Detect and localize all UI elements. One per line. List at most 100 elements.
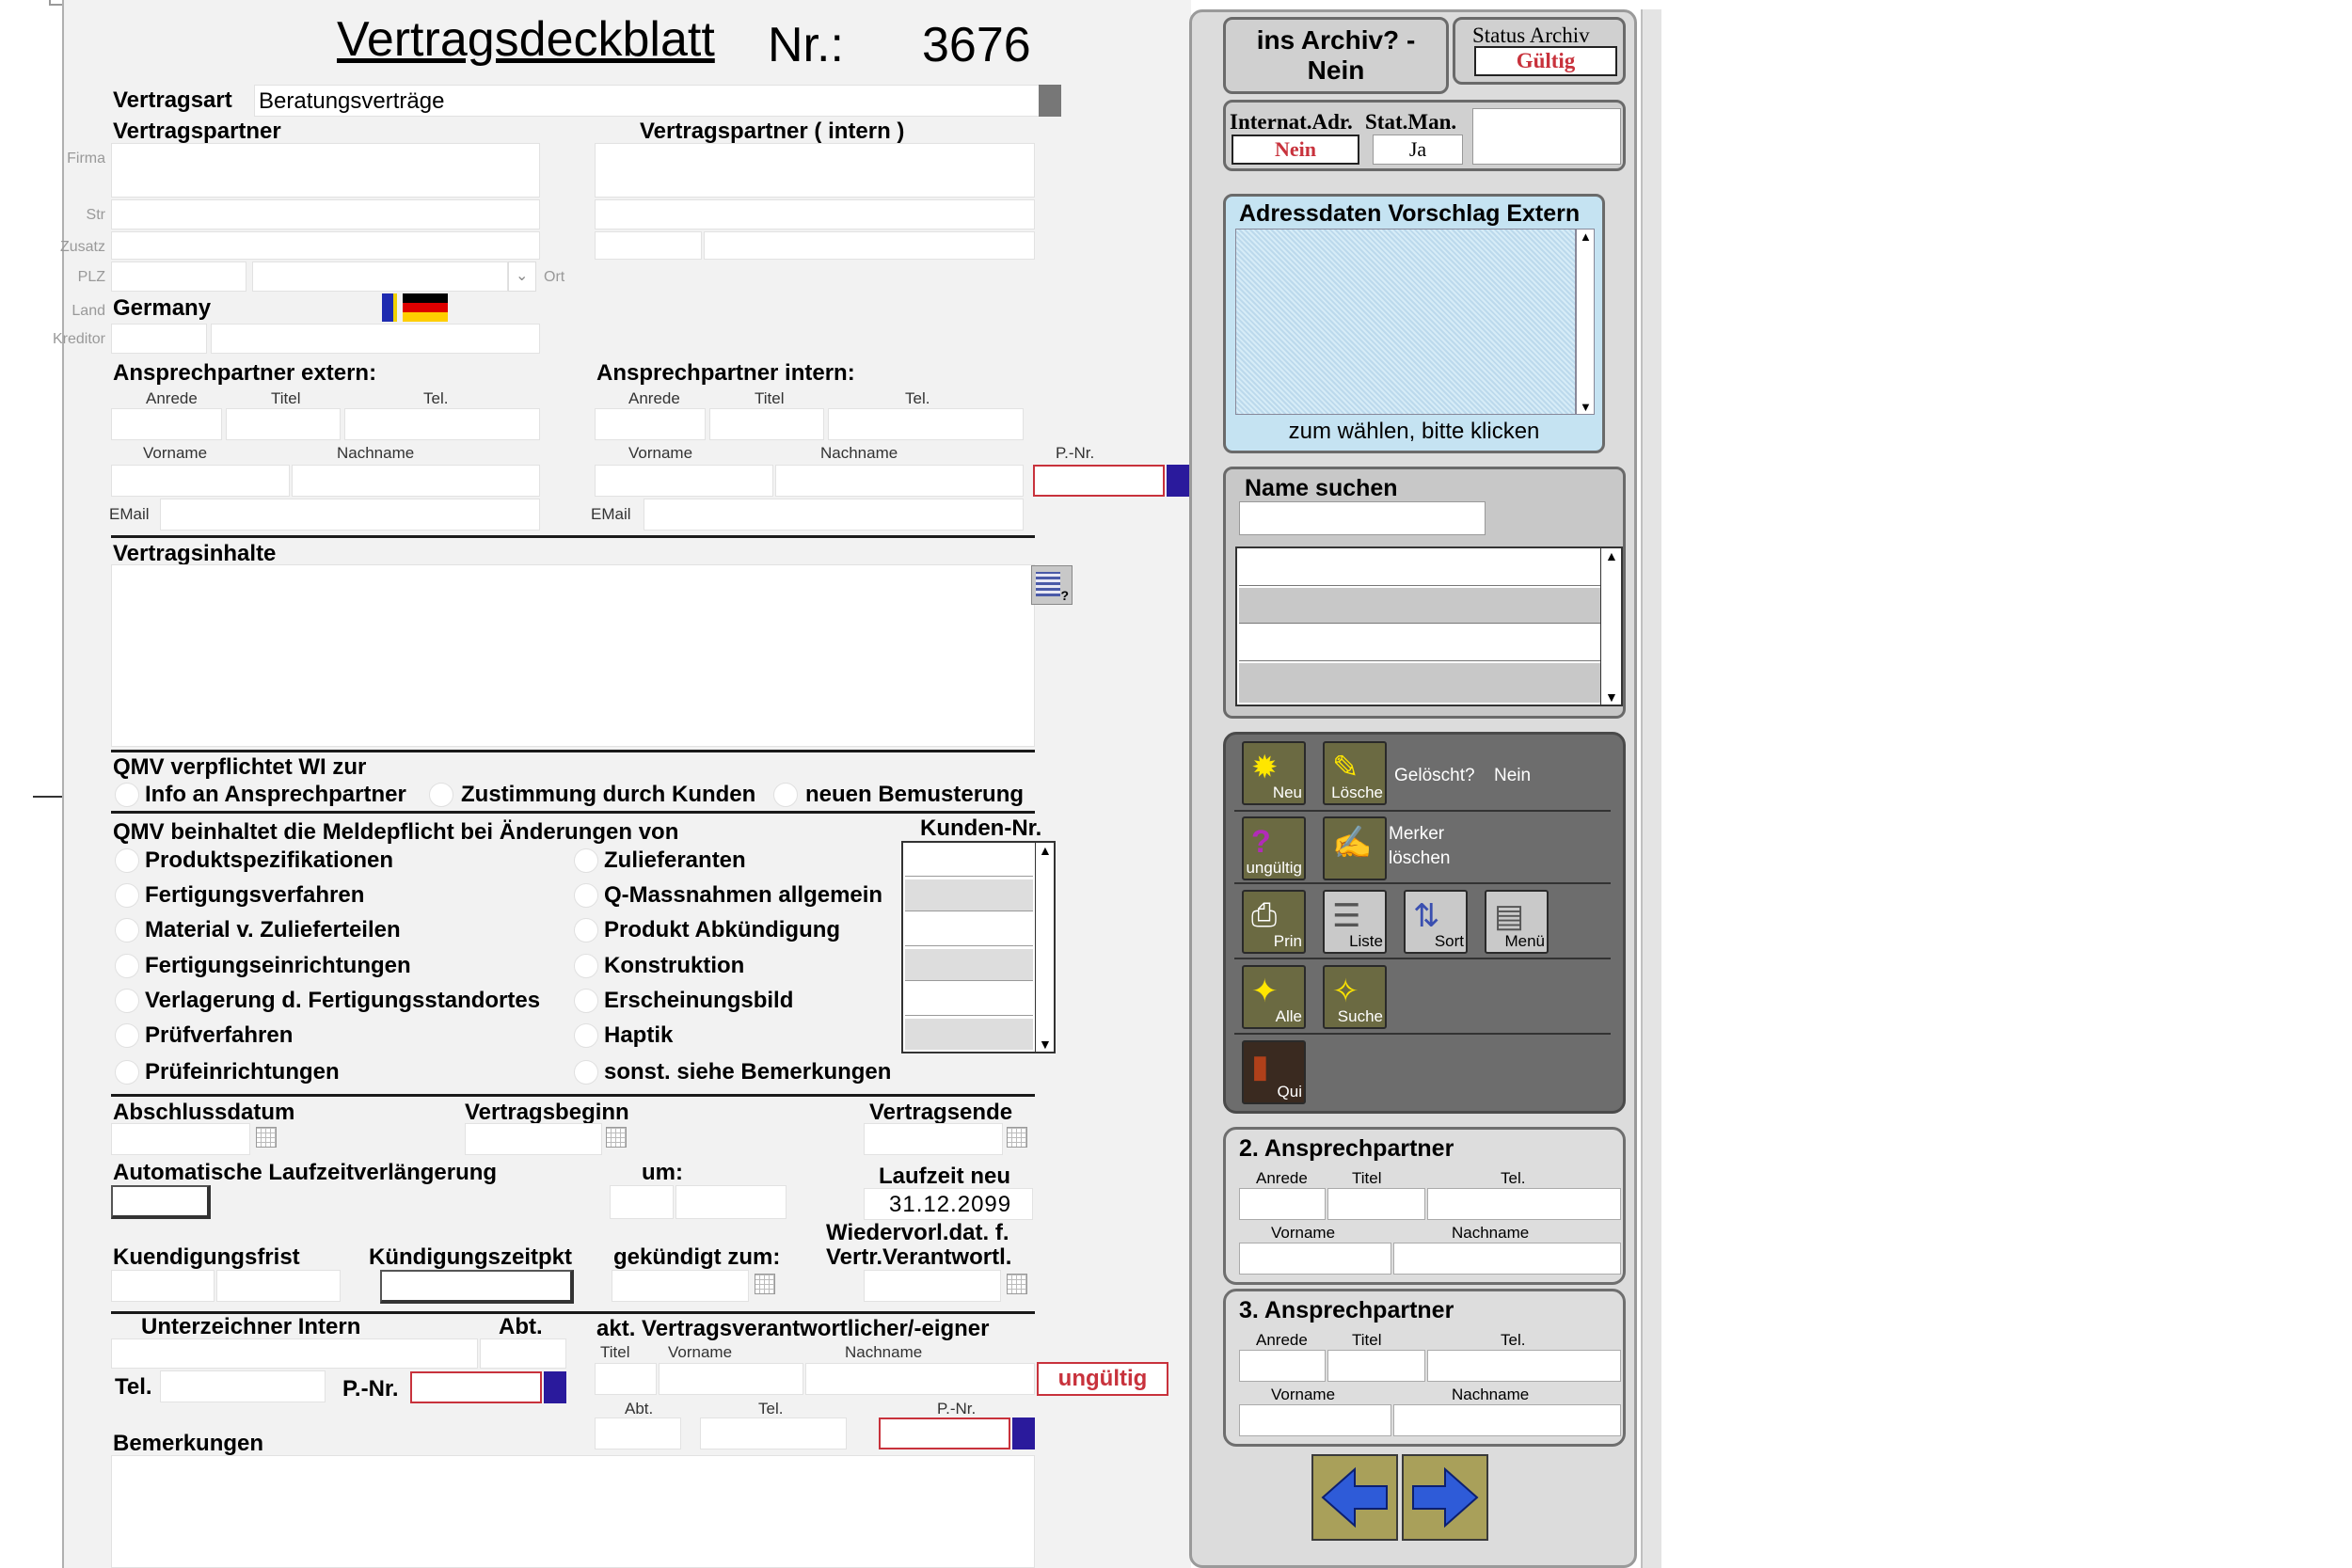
calendar-icon[interactable] (1007, 1274, 1027, 1294)
list-item[interactable] (1239, 626, 1600, 661)
name-search-input[interactable] (1239, 501, 1486, 535)
kreditor-field-2[interactable] (211, 324, 540, 354)
radio-sonst-bemerkungen[interactable] (574, 1060, 598, 1085)
ansprech3-nachname-field[interactable] (1393, 1404, 1621, 1436)
adressdaten-panel[interactable]: Adressdaten Vorschlag Extern ▲ ▼ zum wäh… (1223, 194, 1605, 453)
intern-pnr-field[interactable] (1033, 465, 1165, 497)
gekuendigt-field[interactable] (612, 1270, 749, 1302)
radio-produkt-abkuendigung[interactable] (574, 918, 598, 942)
radio-haptik[interactable] (574, 1023, 598, 1048)
verantwortlicher-nachname-field[interactable] (805, 1363, 1035, 1395)
vertragsart-field[interactable]: Beratungsverträge (254, 85, 1041, 117)
internat-value[interactable]: Nein (1232, 135, 1359, 165)
intern-pnr-lookup-button[interactable] (1167, 465, 1189, 497)
vertragsbeginn-field[interactable] (465, 1123, 602, 1155)
ins-archiv-button[interactable]: ins Archiv? - Nein (1223, 17, 1449, 94)
intern-tel-field[interactable] (828, 408, 1024, 440)
print-button[interactable]: ⎙ Prin (1242, 890, 1306, 954)
vertragsende-field[interactable] (864, 1123, 1003, 1155)
previous-record-button[interactable] (1311, 1454, 1398, 1541)
kuendigungsfrist-field[interactable] (111, 1270, 215, 1302)
scrollbar[interactable]: ▲ ▼ (1035, 843, 1054, 1052)
ansprech3-anrede-field[interactable] (1239, 1350, 1326, 1382)
radio-verlagerung[interactable] (115, 989, 139, 1013)
vertragsinhalte-textarea[interactable] (111, 564, 1035, 747)
delete-button[interactable]: ✎ Lösche (1323, 741, 1387, 805)
list-item[interactable] (905, 845, 1033, 877)
scroll-down-icon[interactable]: ▼ (1605, 689, 1618, 705)
intern-nachname-field[interactable] (775, 465, 1024, 497)
intern-titel-field[interactable] (709, 408, 824, 440)
um-unit-field[interactable] (675, 1185, 787, 1219)
calendar-icon[interactable] (755, 1274, 775, 1294)
laufzeit-neu-field[interactable]: 31.12.2099 (864, 1188, 1033, 1220)
unterzeichner-tel-field[interactable] (160, 1370, 326, 1402)
auto-verlaengerung-toggle[interactable] (111, 1185, 211, 1219)
ansprech2-titel-field[interactable] (1327, 1188, 1425, 1220)
new-button[interactable]: ✹ Neu (1242, 741, 1306, 805)
radio-zulieferanten[interactable] (574, 848, 598, 873)
ansprech2-tel-field[interactable] (1427, 1188, 1621, 1220)
list-item[interactable] (1239, 663, 1600, 703)
list-item[interactable] (905, 1019, 1033, 1050)
list-item[interactable] (1239, 550, 1600, 586)
list-item[interactable] (1239, 588, 1600, 624)
scroll-down-icon[interactable]: ▼ (1580, 400, 1592, 414)
calendar-icon[interactable] (606, 1127, 627, 1148)
plz-field[interactable] (111, 261, 246, 292)
search-button[interactable]: ✧ Suche (1323, 965, 1387, 1029)
radio-material-zulieferteile[interactable] (115, 918, 139, 942)
ansprech3-titel-field[interactable] (1327, 1350, 1425, 1382)
scroll-down-icon[interactable]: ▼ (1039, 1037, 1052, 1052)
radio-konstruktion[interactable] (574, 954, 598, 978)
clear-marker-button[interactable]: ✍ (1323, 816, 1387, 880)
ansprech3-tel-field[interactable] (1427, 1350, 1621, 1382)
extern-tel-field[interactable] (344, 408, 540, 440)
scroll-up-icon[interactable]: ▲ (1039, 843, 1052, 858)
str-field[interactable] (111, 199, 540, 230)
ansprech2-anrede-field[interactable] (1239, 1188, 1326, 1220)
unterzeichner-pnr-field[interactable] (410, 1371, 542, 1403)
ansprech3-vorname-field[interactable] (1239, 1404, 1391, 1436)
kuendigungsfrist-unit-field[interactable] (216, 1270, 341, 1302)
abschlussdatum-field[interactable] (111, 1123, 250, 1155)
name-results-list[interactable]: ▲ ▼ (1235, 546, 1623, 706)
intern-ort-field[interactable] (704, 231, 1035, 260)
list-item[interactable] (905, 984, 1033, 1016)
firma-field[interactable] (111, 143, 540, 198)
calendar-icon[interactable] (1007, 1127, 1027, 1148)
unterzeichner-name-field[interactable] (111, 1338, 478, 1369)
ansprech2-nachname-field[interactable] (1393, 1243, 1621, 1275)
verantwortlicher-titel-field[interactable] (595, 1363, 657, 1395)
vertragsart-dropdown-button[interactable] (1039, 85, 1061, 117)
extern-email-field[interactable] (160, 499, 540, 531)
zusatz-field[interactable] (111, 231, 540, 260)
adressdaten-list[interactable] (1235, 229, 1576, 415)
verantwortlicher-pnr-field[interactable] (879, 1418, 1010, 1449)
radio-pruefverfahren[interactable] (115, 1023, 139, 1048)
text-module-help-icon[interactable]: ? (1031, 565, 1073, 605)
list-button[interactable]: ☰ Liste (1323, 890, 1387, 954)
radio-pruefeinrichtungen[interactable] (115, 1060, 139, 1085)
verantwortlicher-tel-field[interactable] (700, 1418, 847, 1449)
list-item[interactable] (905, 949, 1033, 981)
intern-str-field[interactable] (595, 199, 1035, 230)
scrollbar[interactable]: ▲ ▼ (1576, 229, 1595, 415)
stat-extra-field[interactable] (1472, 108, 1621, 165)
verantwortlicher-pnr-lookup-button[interactable] (1012, 1418, 1035, 1449)
intern-plz-field[interactable] (595, 231, 702, 260)
radio-q-massnahmen[interactable] (574, 883, 598, 908)
list-item[interactable] (905, 914, 1033, 946)
unterzeichner-abt-field[interactable] (480, 1338, 566, 1369)
invalid-button[interactable]: ? ungültig (1242, 816, 1306, 880)
radio-zustimmung-kunden[interactable] (429, 783, 453, 807)
radio-neue-bemusterung[interactable] (773, 783, 798, 807)
ansprech2-vorname-field[interactable] (1239, 1243, 1391, 1275)
intern-firma-field[interactable] (595, 143, 1035, 198)
scroll-up-icon[interactable]: ▲ (1605, 548, 1618, 563)
intern-anrede-field[interactable] (595, 408, 706, 440)
unterzeichner-pnr-lookup-button[interactable] (544, 1371, 566, 1403)
extern-nachname-field[interactable] (292, 465, 540, 497)
kreditor-field[interactable] (111, 324, 207, 354)
bemerkungen-textarea[interactable] (111, 1455, 1035, 1568)
